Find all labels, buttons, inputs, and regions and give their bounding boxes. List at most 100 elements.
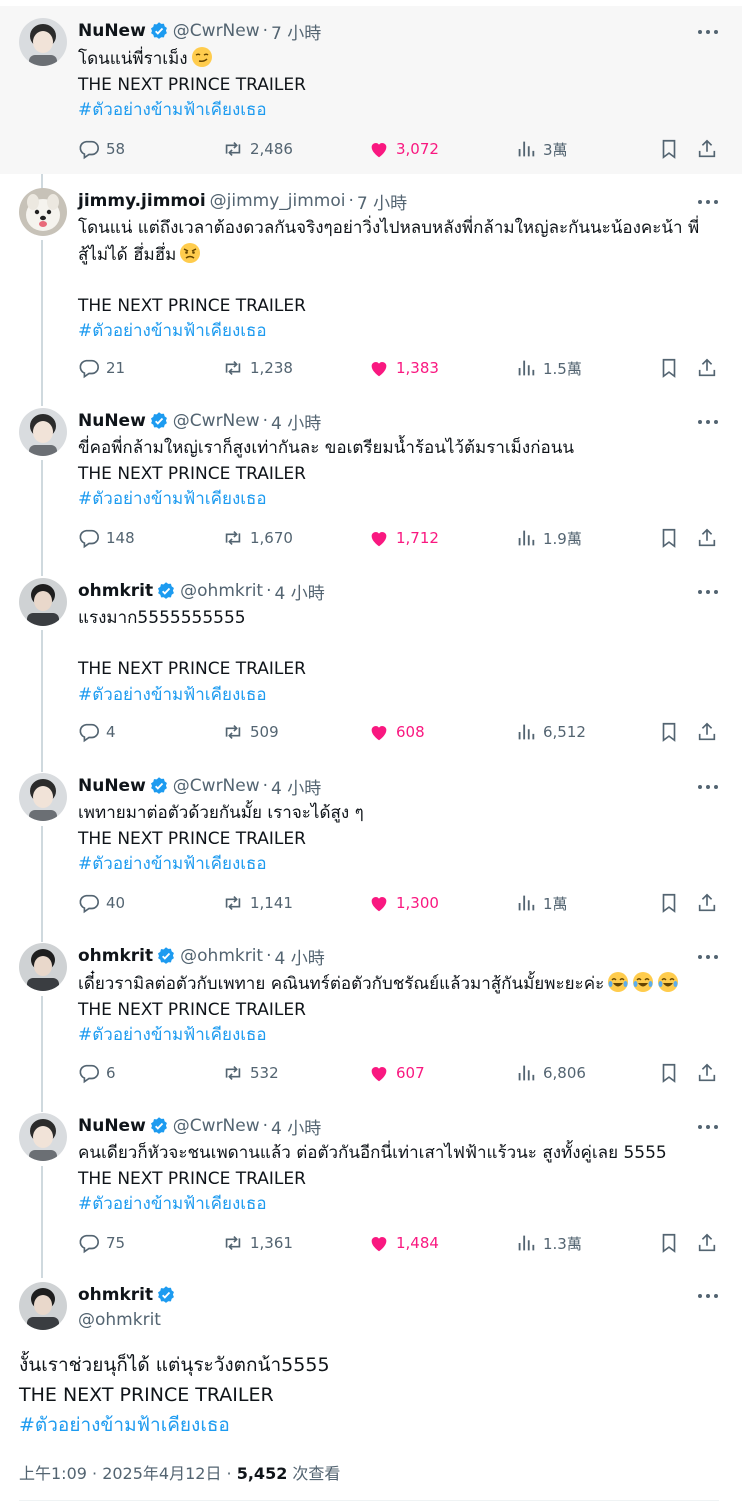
tweet-time[interactable]: 7 小時 (357, 189, 407, 214)
tweet[interactable]: NuNew @CwrNew · 4 小時 เพทายมาต่อตัวด้วยกั… (0, 761, 742, 929)
tweet[interactable]: NuNew @CwrNew · 7 小時 โดนแน่พี่ราเม็ง THE… (0, 6, 742, 174)
more-icon[interactable] (697, 412, 719, 432)
retweet-button[interactable]: 1,361 (222, 1231, 293, 1255)
more-icon[interactable] (697, 1117, 719, 1137)
display-name[interactable]: jimmy.jimmoi (78, 191, 206, 211)
display-name[interactable]: NuNew (78, 411, 146, 431)
like-button[interactable]: 607 (368, 1061, 425, 1085)
share-button[interactable] (696, 356, 718, 380)
tweet[interactable]: NuNew @CwrNew · 4 小時 ขี่คอพี่กล้ามใหญ่เร… (0, 396, 742, 564)
tweet-time[interactable]: 7 小時 (271, 19, 321, 44)
hashtag-link[interactable]: #ตัวอย่างข้ามฟ้าเคียงเธอ (78, 98, 728, 124)
more-icon[interactable] (697, 777, 719, 797)
retweet-button[interactable]: 532 (222, 1061, 279, 1085)
hashtag-link[interactable]: #ตัวอย่างข้ามฟ้าเคียงเธอ (78, 487, 728, 513)
like-button[interactable]: 1,712 (368, 526, 439, 550)
bookmark-button[interactable] (658, 137, 680, 161)
avatar[interactable] (19, 773, 67, 821)
reply-button[interactable]: 21 (78, 356, 125, 380)
user-handle[interactable]: @jimmy_jimmoi (210, 191, 346, 211)
more-icon[interactable] (697, 1286, 719, 1306)
retweet-button[interactable]: 1,141 (222, 891, 293, 915)
hashtag-link[interactable]: #ตัวอย่างข้ามฟ้าเคียงเธอ (78, 683, 728, 709)
views-button[interactable]: 1.3萬 (515, 1231, 582, 1255)
display-name[interactable]: NuNew (78, 21, 146, 41)
like-button[interactable]: 3,072 (368, 137, 439, 161)
more-icon[interactable] (697, 947, 719, 967)
retweet-button[interactable]: 509 (222, 720, 279, 744)
views-button[interactable]: 1萬 (515, 891, 568, 915)
display-name[interactable]: NuNew (78, 1116, 146, 1136)
tweet-time[interactable]: 4 小時 (271, 1114, 321, 1139)
display-name[interactable]: NuNew (78, 776, 146, 796)
share-button[interactable] (696, 891, 718, 915)
display-name[interactable]: ohmkrit (78, 1285, 153, 1305)
like-button[interactable]: 1,300 (368, 891, 439, 915)
bookmark-button[interactable] (658, 1231, 680, 1255)
like-button[interactable]: 1,383 (368, 356, 439, 380)
share-button[interactable] (696, 1061, 718, 1085)
avatar[interactable] (19, 408, 67, 456)
more-icon[interactable] (697, 22, 719, 42)
joy-emoji-icon (607, 971, 629, 993)
user-handle[interactable]: @CwrNew (173, 411, 260, 431)
tweet[interactable]: ohmkrit @ohmkrit · 4 小時 เดี๋ยวรามิลต่อตั… (0, 931, 742, 1099)
hashtag-link[interactable]: #ตัวอย่างข้ามฟ้าเคียงเธอ (78, 1023, 728, 1049)
share-button[interactable] (696, 137, 718, 161)
more-icon[interactable] (697, 582, 719, 602)
views-button[interactable]: 6,512 (515, 720, 586, 744)
tweet[interactable]: jimmy.jimmoi @jimmy_jimmoi · 7 小時 โดนแน่… (0, 174, 742, 396)
reply-button[interactable]: 6 (78, 1061, 116, 1085)
share-button[interactable] (696, 1231, 718, 1255)
avatar[interactable] (19, 943, 67, 991)
avatar[interactable] (19, 18, 67, 66)
avatar[interactable] (19, 1113, 67, 1161)
user-handle[interactable]: @CwrNew (173, 776, 260, 796)
share-button[interactable] (696, 526, 718, 550)
bookmark-button[interactable] (658, 720, 680, 744)
like-button[interactable]: 608 (368, 720, 425, 744)
hashtag-link[interactable]: #ตัวอย่างข้ามฟ้าเคียงเธอ (78, 1192, 728, 1218)
hashtag-link[interactable]: #ตัวอย่างข้ามฟ้าเคียงเธอ (78, 852, 728, 878)
bookmark-button[interactable] (658, 1061, 680, 1085)
tweet[interactable]: ohmkrit @ohmkrit · 4 小時 แรงมาก5555555555… (0, 566, 742, 762)
bookmark-button[interactable] (658, 891, 680, 915)
retweet-button[interactable]: 2,486 (222, 137, 293, 161)
views-total: 5,452 (236, 1464, 288, 1483)
views-button[interactable]: 1.5萬 (515, 356, 582, 380)
user-handle[interactable]: @CwrNew (173, 21, 260, 41)
user-handle[interactable]: @ohmkrit (180, 581, 263, 601)
more-icon[interactable] (697, 192, 719, 212)
tweet-time[interactable]: 4 小時 (271, 409, 321, 434)
display-name[interactable]: ohmkrit (78, 581, 153, 601)
bookmark-button[interactable] (658, 356, 680, 380)
avatar[interactable] (19, 1282, 67, 1330)
retweet-button[interactable]: 1,670 (222, 526, 293, 550)
views-button[interactable]: 3萬 (515, 137, 568, 161)
views-button[interactable]: 1.9萬 (515, 526, 582, 550)
divider (19, 1500, 719, 1501)
reply-button[interactable]: 58 (78, 137, 125, 161)
bookmark-button[interactable] (658, 526, 680, 550)
user-handle[interactable]: @ohmkrit (78, 1310, 161, 1330)
hashtag-link[interactable]: #ตัวอย่างข้ามฟ้าเคียงเธอ (78, 319, 728, 345)
tweet-time[interactable]: 4 小時 (275, 579, 325, 604)
avatar[interactable] (19, 188, 67, 236)
retweet-button[interactable]: 1,238 (222, 356, 293, 380)
reply-button[interactable]: 75 (78, 1231, 125, 1255)
tweet-time[interactable]: 4 小時 (275, 944, 325, 969)
avatar[interactable] (19, 578, 67, 626)
reply-button[interactable]: 40 (78, 891, 125, 915)
user-handle[interactable]: @ohmkrit (180, 946, 263, 966)
share-button[interactable] (696, 720, 718, 744)
views-button[interactable]: 6,806 (515, 1061, 586, 1085)
like-button[interactable]: 1,484 (368, 1231, 439, 1255)
user-handle[interactable]: @CwrNew (173, 1116, 260, 1136)
reply-button[interactable]: 148 (78, 526, 135, 550)
tweet-timestamp[interactable]: 上午1:09 · 2025年4月12日 · (19, 1464, 237, 1483)
display-name[interactable]: ohmkrit (78, 946, 153, 966)
tweet[interactable]: NuNew @CwrNew · 4 小時 คนเดียวก็หัวจะชนเพด… (0, 1101, 742, 1269)
tweet-time[interactable]: 4 小時 (271, 774, 321, 799)
hashtag-link[interactable]: #ตัวอย่างข้ามฟ้าเคียงเธอ (19, 1410, 719, 1440)
reply-button[interactable]: 4 (78, 720, 116, 744)
